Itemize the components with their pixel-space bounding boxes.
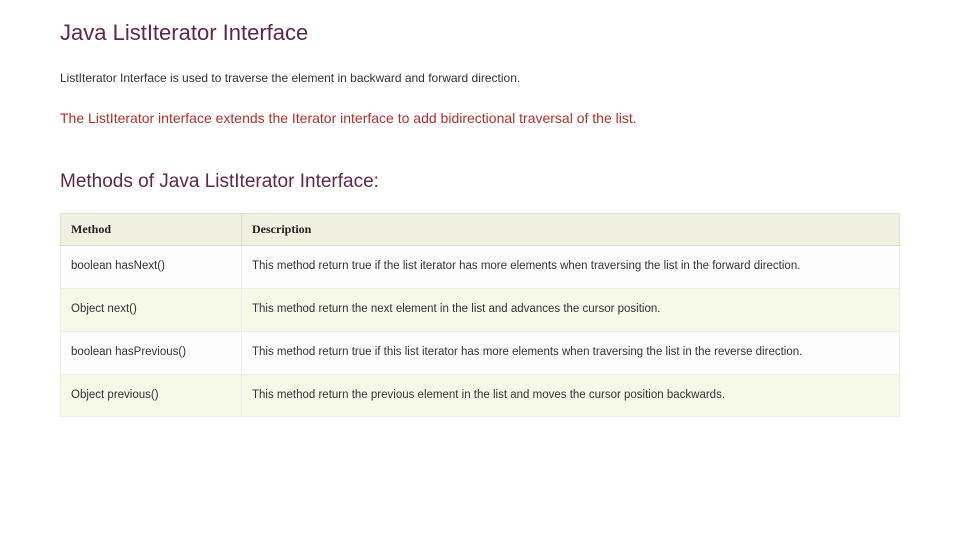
table-row: boolean hasNext() This method return tru…	[61, 246, 900, 289]
cell-description: This method return true if this list ite…	[242, 331, 900, 374]
col-header-description: Description	[242, 214, 900, 246]
table-row: Object previous() This method return the…	[61, 374, 900, 417]
col-header-method: Method	[61, 214, 242, 246]
cell-description: This method return true if the list iter…	[242, 246, 900, 289]
intro-text: ListIterator Interface is used to traver…	[60, 71, 900, 85]
table-row: Object next() This method return the nex…	[61, 288, 900, 331]
cell-description: This method return the next element in t…	[242, 288, 900, 331]
cell-description: This method return the previous element …	[242, 374, 900, 417]
table-row: boolean hasPrevious() This method return…	[61, 331, 900, 374]
cell-method: boolean hasNext()	[61, 246, 242, 289]
cell-method: Object previous()	[61, 374, 242, 417]
cell-method: Object next()	[61, 288, 242, 331]
methods-table: Method Description boolean hasNext() Thi…	[60, 213, 900, 417]
methods-subheading: Methods of Java ListIterator Interface:	[60, 171, 900, 193]
highlight-text: The ListIterator interface extends the I…	[60, 110, 900, 126]
cell-method: boolean hasPrevious()	[61, 331, 242, 374]
page-title: Java ListIterator Interface	[60, 20, 900, 46]
